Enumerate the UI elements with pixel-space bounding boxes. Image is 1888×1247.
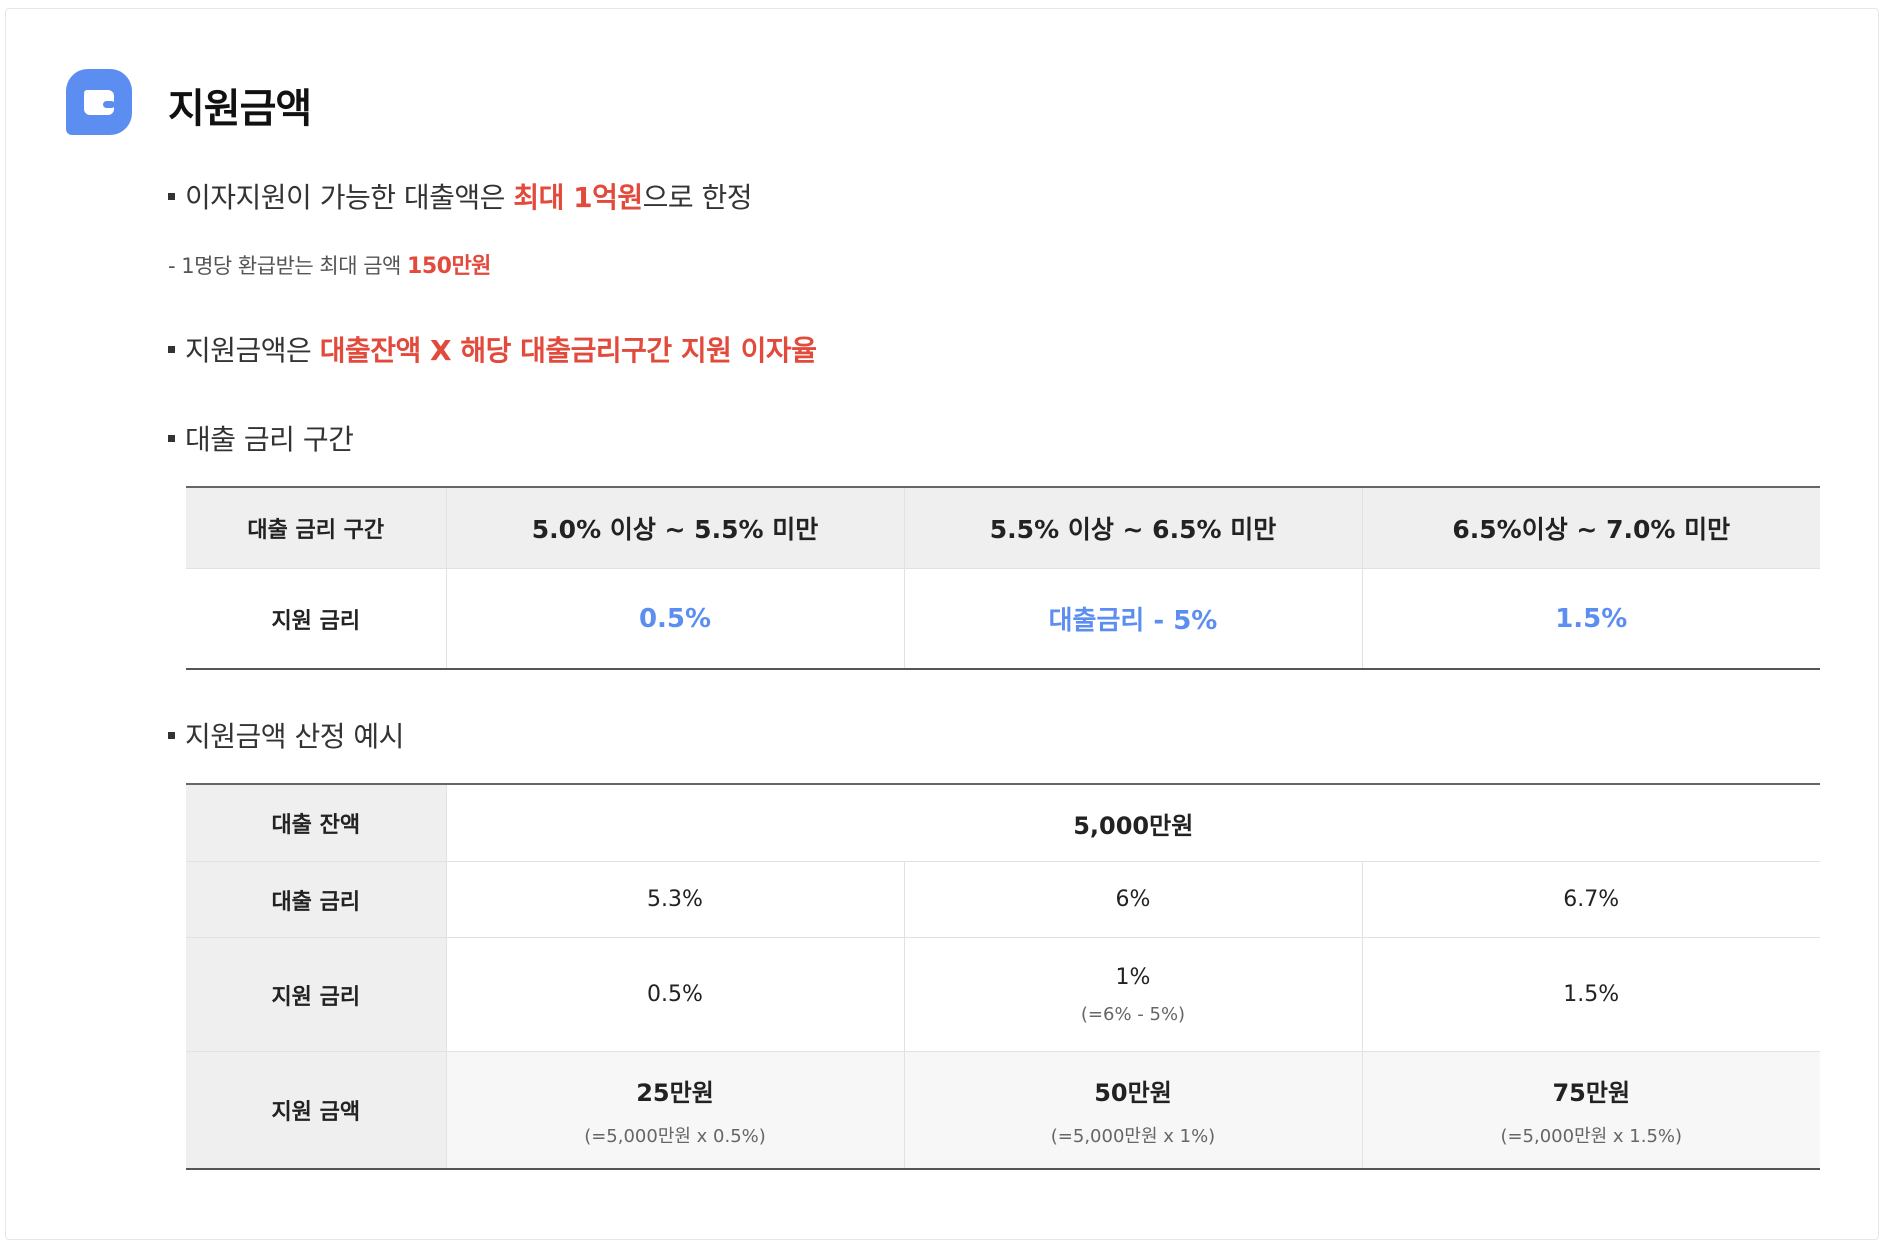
table-row: 대출 잔액 5,000만원 (186, 784, 1820, 862)
bullet-example-heading: 지원금액 산정 예시 (168, 715, 404, 755)
support-amount-note: (=5,000만원 x 0.5%) (584, 1125, 766, 1147)
row-header: 대출 금리 구간 (186, 487, 446, 569)
bullet-marker (168, 345, 175, 353)
support-rate-value: 1% (1115, 964, 1151, 990)
support-rate-cell: 1% (=6% - 5%) (903, 937, 1362, 1052)
support-rate-cell: 0.5% (445, 568, 904, 670)
support-amount-cell: 75만원 (=5,000만원 x 1.5%) (1361, 1051, 1820, 1170)
bullet-rate-range-heading: 대출 금리 구간 (168, 418, 354, 458)
support-amount-cell: 25만원 (=5,000만원 x 0.5%) (445, 1051, 904, 1170)
row-header: 지원 금리 (186, 568, 446, 670)
table-row: 지원 금리 0.5% 1% (=6% - 5%) 1.5% (186, 937, 1820, 1052)
example-table: 대출 잔액 5,000만원 대출 금리 5.3% 6% 6.7% 지원 금리 0… (186, 783, 1820, 1170)
bullet-marker (168, 192, 175, 200)
sub-note-max-refund: - 1명당 환급받는 최대 금액 150만원 (168, 254, 491, 279)
support-amount-value: 25만원 (636, 1078, 714, 1107)
table-row: 지원 금액 25만원 (=5,000만원 x 0.5%) 50만원 (=5,00… (186, 1051, 1820, 1170)
support-amount-note: (=5,000만원 x 1%) (1050, 1125, 1216, 1147)
row-header: 지원 금리 (186, 937, 446, 1052)
balance-cell: 5,000만원 (445, 784, 1820, 862)
bullet-marker (168, 731, 175, 739)
support-rate-cell: 0.5% (445, 937, 904, 1052)
loan-rate-cell: 6% (903, 861, 1362, 938)
support-amount-value: 75만원 (1552, 1078, 1631, 1107)
bullet-support-formula: 지원금액은 대출잔액 X 해당 대출금리구간 지원 이자율 (168, 329, 817, 369)
support-rate-cell: 대출금리 - 5% (903, 568, 1362, 670)
support-rate-note: (=6% - 5%) (1080, 1003, 1186, 1025)
support-amount-cell: 50만원 (=5,000만원 x 1%) (903, 1051, 1362, 1170)
support-rate-cell: 1.5% (1361, 568, 1820, 670)
bullet-marker (168, 434, 175, 442)
wallet-icon (66, 69, 132, 135)
support-amount-value: 50만원 (1094, 1078, 1172, 1107)
support-amount-note: (=5,000만원 x 1.5%) (1500, 1125, 1683, 1147)
loan-rate-cell: 5.3% (445, 861, 904, 938)
rate-range-cell: 5.5% 이상 ~ 6.5% 미만 (903, 487, 1362, 569)
table-row: 지원 금리 0.5% 대출금리 - 5% 1.5% (186, 568, 1820, 670)
rate-range-table: 대출 금리 구간 5.0% 이상 ~ 5.5% 미만 5.5% 이상 ~ 6.5… (186, 486, 1820, 670)
rate-range-cell: 6.5%이상 ~ 7.0% 미만 (1361, 487, 1820, 569)
bullet-loan-limit: 이자지원이 가능한 대출액은 최대 1억원으로 한정 (168, 176, 753, 216)
table-row: 대출 금리 5.3% 6% 6.7% (186, 861, 1820, 938)
table-row: 대출 금리 구간 5.0% 이상 ~ 5.5% 미만 5.5% 이상 ~ 6.5… (186, 487, 1820, 569)
loan-rate-cell: 6.7% (1361, 861, 1820, 938)
row-header: 지원 금액 (186, 1051, 446, 1170)
row-header: 대출 잔액 (186, 784, 446, 862)
row-header: 대출 금리 (186, 861, 446, 938)
support-rate-cell: 1.5% (1361, 937, 1820, 1052)
section-title: 지원금액 (168, 86, 312, 132)
rate-range-cell: 5.0% 이상 ~ 5.5% 미만 (445, 487, 904, 569)
